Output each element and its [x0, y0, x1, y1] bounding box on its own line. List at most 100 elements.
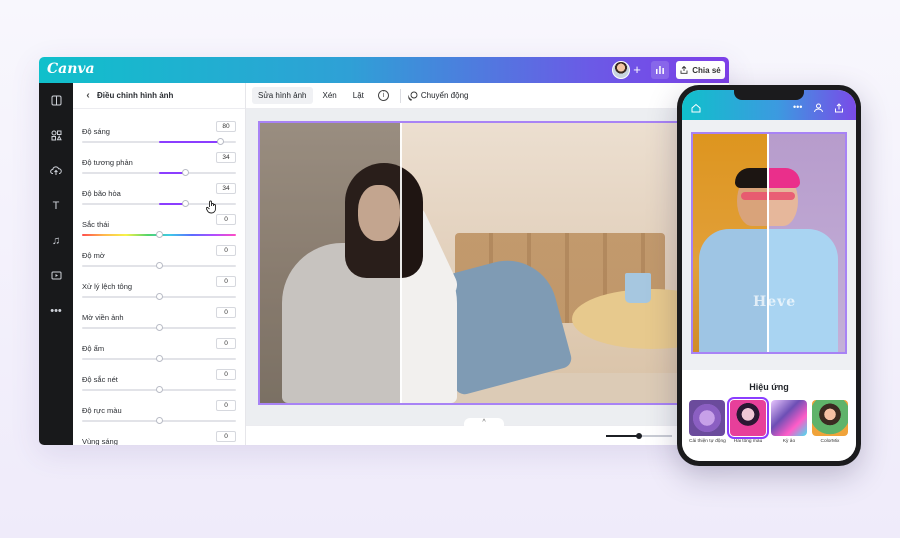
text-icon[interactable]: T: [50, 200, 62, 212]
phone-compare-divider[interactable]: [767, 134, 769, 352]
effect-option[interactable]: Kỳ ảo: [771, 400, 807, 444]
video-icon[interactable]: [50, 270, 62, 282]
slider-value-input[interactable]: 0: [216, 369, 236, 380]
effect-thumbnail[interactable]: [727, 397, 769, 439]
hair-right: [768, 168, 800, 188]
top-bar: Canva + Chia sẻ: [39, 57, 729, 83]
effect-thumbnail[interactable]: [812, 400, 848, 436]
sweater-left: [699, 229, 767, 352]
slider-fill: [159, 141, 221, 143]
slider-thumb[interactable]: [181, 169, 189, 176]
canva-logo[interactable]: Canva: [47, 61, 95, 77]
phone-photo[interactable]: Heve: [691, 132, 847, 354]
slider-label: Độ mờ: [82, 251, 105, 260]
slider-track[interactable]: [82, 138, 236, 145]
effect-option[interactable]: ColorMix: [812, 400, 848, 444]
share-button[interactable]: Chia sẻ: [676, 61, 725, 79]
slider-thumb[interactable]: [155, 355, 163, 362]
slider-thumb[interactable]: [155, 293, 163, 300]
slider-value-input[interactable]: 80: [216, 121, 236, 132]
slider-track[interactable]: [82, 417, 236, 424]
shirt-print: Heve: [753, 294, 797, 310]
slider-track[interactable]: [82, 386, 236, 393]
compare-divider[interactable]: [400, 123, 402, 403]
zoom-slider[interactable]: [606, 433, 672, 439]
panel-title: Điều chỉnh hình ảnh: [97, 91, 174, 100]
slider-label: Vùng sáng: [82, 437, 118, 445]
flip-button[interactable]: Lật: [347, 87, 370, 104]
zoom-thumb[interactable]: [636, 433, 642, 439]
animate-label: Chuyển động: [420, 91, 469, 100]
slider-track[interactable]: [82, 262, 236, 269]
phone-share-icon[interactable]: [834, 103, 844, 115]
slider-value-input[interactable]: 0: [216, 245, 236, 256]
toolbar-divider: [399, 88, 401, 103]
add-collaborator-button[interactable]: +: [630, 63, 644, 77]
slider-track[interactable]: [82, 169, 236, 176]
slider-thumb[interactable]: [181, 200, 189, 207]
crop-button[interactable]: Xén: [317, 87, 343, 104]
image-toolbar: Sửa hình ảnh Xén Lật i Chuyển động: [246, 83, 729, 109]
slider-track[interactable]: [82, 231, 236, 238]
slider-value-input[interactable]: 34: [216, 152, 236, 163]
slider-value-input[interactable]: 0: [216, 307, 236, 318]
more-options-icon[interactable]: •••: [793, 102, 802, 112]
slider-track[interactable]: [82, 293, 236, 300]
effect-option[interactable]: Cải thiện tự động: [689, 400, 726, 444]
bar-chart-icon: [656, 66, 664, 74]
home-icon[interactable]: [691, 103, 701, 115]
slider-value-input[interactable]: 0: [216, 400, 236, 411]
slider-label: Độ sắc nét: [82, 375, 118, 384]
slider-thumb[interactable]: [155, 324, 163, 331]
sweater-right: [768, 229, 838, 352]
canvas-footer: ^: [246, 418, 729, 445]
photo-canvas[interactable]: [258, 121, 718, 405]
collaborate-icon[interactable]: [813, 103, 824, 115]
insights-button[interactable]: [651, 61, 669, 79]
panel-header: ‹ Điều chỉnh hình ảnh: [73, 83, 245, 109]
hand-cursor-icon: [205, 200, 218, 217]
slider-label: Sắc thái: [82, 220, 110, 229]
effect-label: Cải thiện tự động: [689, 439, 726, 444]
before-tint-overlay: [260, 123, 400, 403]
side-rail: T ♫ •••: [39, 83, 73, 445]
slider-label: Xử lý lệch tông: [82, 282, 133, 291]
slider-track[interactable]: [82, 355, 236, 362]
slider-label: Độ tương phản: [82, 158, 133, 167]
slider-thumb[interactable]: [155, 417, 163, 424]
phone-canvas: Heve: [682, 120, 856, 399]
effect-option[interactable]: Hai tông màu: [727, 397, 769, 444]
slider-label: Độ rực màu: [82, 406, 122, 415]
phone-mockup: ••• Heve Hiệu ứng Cải thiện tự động Hai …: [677, 85, 861, 466]
edit-image-button[interactable]: Sửa hình ảnh: [252, 87, 313, 104]
animate-button[interactable]: Chuyển động: [408, 91, 469, 101]
slider-value-input[interactable]: 0: [216, 276, 236, 287]
back-chevron-icon[interactable]: ‹: [79, 90, 97, 101]
upload-cloud-icon[interactable]: [50, 165, 62, 177]
hair-left: [735, 168, 767, 188]
slider-label: Độ sáng: [82, 127, 110, 136]
collapse-pages-button[interactable]: ^: [464, 418, 504, 428]
zoom-fill: [606, 435, 639, 437]
user-avatar[interactable]: [612, 61, 630, 79]
more-icon[interactable]: •••: [50, 305, 62, 317]
effects-title: Hiệu ứng: [749, 382, 789, 392]
slider-thumb[interactable]: [155, 262, 163, 269]
music-icon[interactable]: ♫: [50, 235, 62, 247]
slider-value-input[interactable]: 0: [216, 431, 236, 442]
slider-thumb[interactable]: [217, 138, 225, 145]
mug: [625, 273, 651, 303]
info-icon[interactable]: i: [377, 90, 389, 101]
slider-value-input[interactable]: 0: [216, 338, 236, 349]
editor-window: Canva + Chia sẻ T ♫ ••• ‹ Điều chỉnh hìn…: [39, 57, 729, 445]
slider-value-input[interactable]: 0: [216, 214, 236, 225]
effect-thumbnail[interactable]: [689, 400, 725, 436]
slider-thumb[interactable]: [155, 231, 163, 238]
elements-icon[interactable]: [50, 130, 62, 142]
slider-thumb[interactable]: [155, 386, 163, 393]
template-icon[interactable]: [50, 95, 62, 107]
slider-track[interactable]: [82, 324, 236, 331]
phone-screen: ••• Heve Hiệu ứng Cải thiện tự động Hai …: [682, 90, 856, 461]
effect-thumbnail[interactable]: [771, 400, 807, 436]
slider-value-input[interactable]: 34: [216, 183, 236, 194]
